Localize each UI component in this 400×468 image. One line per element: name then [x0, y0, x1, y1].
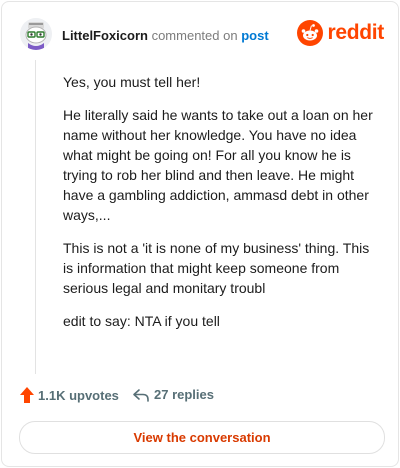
avatar[interactable]: [20, 18, 52, 50]
thread-line: [35, 60, 36, 374]
comment-card: LittelFoxicorn commented on post reddit …: [1, 1, 399, 467]
reply-count: 27 replies: [154, 387, 214, 402]
post-link[interactable]: post: [241, 28, 268, 43]
comment-paragraph: He literally said he wants to take out a…: [63, 107, 373, 223]
upvote-button[interactable]: 1.1K upvotes: [20, 387, 119, 403]
upvote-count: 1.1K upvotes: [38, 387, 119, 403]
upvote-arrow-icon: [20, 387, 34, 403]
comment-header: LittelFoxicorn commented on post reddit: [20, 18, 386, 52]
view-conversation-button[interactable]: View the conversation: [19, 421, 385, 454]
reddit-snoo-icon: [297, 20, 324, 46]
author-name[interactable]: LittelFoxicorn: [62, 28, 148, 43]
comment-paragraph: edit to say: NTA if you tell: [63, 313, 220, 329]
comment-body: Yes, you must tell her! He literally sai…: [63, 72, 381, 344]
reply-arrow-icon: [133, 388, 149, 402]
replies-button[interactable]: 27 replies: [132, 387, 214, 402]
author-line: LittelFoxicorn commented on post: [62, 28, 269, 44]
comment-paragraph: This is not a 'it is none of my business…: [63, 240, 370, 296]
action-text: commented on: [151, 28, 238, 43]
snoo-avatar-icon: [20, 18, 52, 50]
reddit-logo[interactable]: reddit: [297, 19, 384, 47]
comment-paragraph: Yes, you must tell her!: [63, 74, 201, 90]
comment-footer: 1.1K upvotes 27 replies: [20, 387, 386, 407]
brand-wordmark: reddit: [327, 21, 384, 44]
